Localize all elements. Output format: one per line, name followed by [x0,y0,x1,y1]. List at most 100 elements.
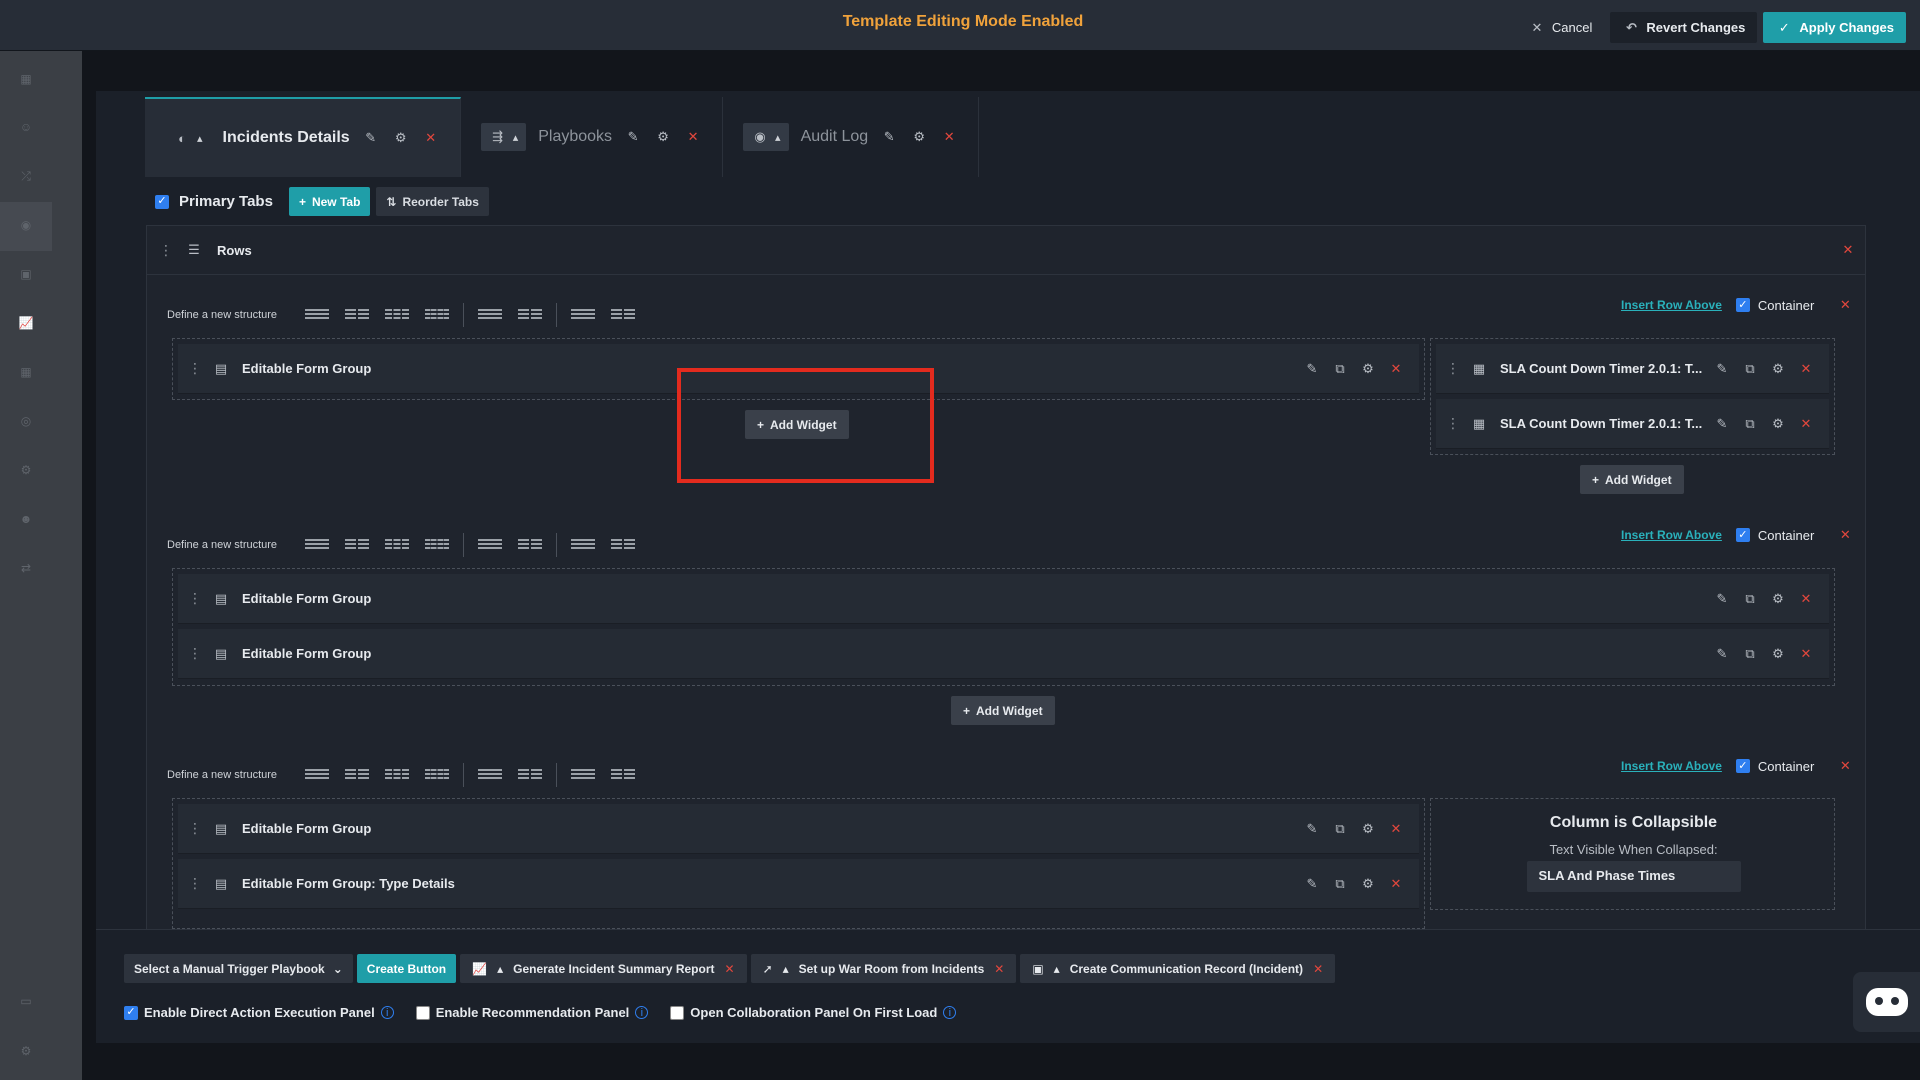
alerts-icon[interactable]: ◉ [16,215,36,235]
remove-icon[interactable]: ✕ [1313,962,1323,976]
gear-icon[interactable]: ⚙ [654,128,672,146]
reorder-tabs-button[interactable]: ⇅ Reorder Tabs [376,187,489,216]
edit-icon[interactable]: ✎ [880,128,898,146]
team-icon[interactable]: ☻ [16,509,36,529]
gear-icon[interactable]: ⚙ [1769,590,1787,608]
layout-collapsible-left-icon[interactable] [571,309,596,321]
remove-icon[interactable]: ✕ [994,962,1004,976]
gear-icon[interactable]: ⚙ [910,128,928,146]
copy-icon[interactable]: ⧉ [1741,415,1759,433]
apply-changes-button[interactable]: ✓ Apply Changes [1763,12,1906,43]
delete-row-icon[interactable]: ✕ [1836,526,1854,544]
primary-tabs-checkbox[interactable]: ✓ [155,194,169,209]
edit-icon[interactable]: ✎ [1713,360,1731,378]
drag-handle-icon[interactable]: ⋮ [188,875,202,892]
edit-icon[interactable]: ✎ [1303,875,1321,893]
layout-collapsible-left-icon[interactable] [571,769,596,781]
direct-action-checkbox[interactable]: ✓ [124,1005,138,1020]
widget-editable-form-group[interactable]: ⋮ ▤ Editable Form Group ✎ ⧉ ⚙ ✕ [178,804,1419,854]
dashboard-icon[interactable]: ▦ [16,69,36,89]
widget-editable-form-group[interactable]: ⋮ ▤ Editable Form Group ✎ ⧉ ⚙ ✕ [178,574,1829,624]
cancel-button[interactable]: ✕ Cancel [1516,12,1604,43]
layout-1col-icon[interactable] [305,309,330,321]
incidents-icon[interactable]: ⤮ [16,166,36,186]
layout-4col-icon[interactable] [425,309,450,321]
edit-icon[interactable]: ✎ [1713,415,1731,433]
widget-sla-timer[interactable]: ⋮ ▦ SLA Count Down Timer 2.0.1: T... ✎ ⧉… [1436,344,1829,394]
layout-wide-right-icon[interactable] [518,309,543,321]
layout-2col-icon[interactable] [345,539,370,551]
layout-collapsible-right-icon[interactable] [611,539,636,551]
edit-icon[interactable]: ✎ [624,128,642,146]
gear-icon[interactable]: ⚙ [1769,645,1787,663]
collaboration-checkbox[interactable] [670,1005,685,1020]
info-icon[interactable]: i [943,1006,957,1019]
info-icon[interactable]: i [635,1006,649,1019]
tab-playbooks[interactable]: ⇶ ▴ Playbooks ✎ ⚙ ✕ [461,97,724,177]
widget-editable-form-group[interactable]: ⋮ ▤ Editable Form Group ✎ ⧉ ⚙ ✕ [178,629,1829,679]
container-checkbox[interactable]: ✓ [1735,528,1750,542]
action-chip[interactable]: ▣ ▴ Create Communication Record (Inciden… [1020,954,1336,983]
copy-icon[interactable]: ⧉ [1741,360,1759,378]
copy-icon[interactable]: ⧉ [1331,360,1349,378]
drag-handle-icon[interactable]: ⋮ [188,360,202,377]
copy-icon[interactable]: ⧉ [1331,820,1349,838]
clipboard-icon[interactable]: ▭ [16,991,36,1011]
delete-icon[interactable]: ✕ [422,129,440,147]
widgets-icon[interactable]: ▦ [16,362,36,382]
container-checkbox[interactable]: ✓ [1735,759,1750,773]
gear-icon[interactable]: ⚙ [1769,415,1787,433]
delete-row-icon[interactable]: ✕ [1836,296,1854,314]
tab-icon-dropdown[interactable]: ◉ ▴ [743,123,789,151]
info-icon[interactable]: i [380,1006,394,1019]
collapsed-text-input[interactable]: SLA And Phase Times [1526,861,1741,892]
manual-trigger-playbook-select[interactable]: Select a Manual Trigger Playbook ⌄ [124,954,353,983]
tab-audit-log[interactable]: ◉ ▴ Audit Log ✎ ⚙ ✕ [723,97,980,177]
layout-3col-icon[interactable] [385,309,410,321]
delete-row-icon[interactable]: ✕ [1836,757,1854,775]
add-widget-button[interactable]: + Add Widget [951,696,1055,725]
add-widget-button[interactable]: + Add Widget [1580,465,1684,494]
container-checkbox[interactable]: ✓ [1735,298,1750,312]
remove-icon[interactable]: ✕ [725,962,735,976]
layout-1col-icon[interactable] [305,769,330,781]
layout-4col-icon[interactable] [425,539,450,551]
insert-row-above-link[interactable]: Insert Row Above [1621,528,1722,542]
gear-icon[interactable]: ⚙ [1359,820,1377,838]
edit-icon[interactable]: ✎ [1713,590,1731,608]
delete-icon[interactable]: ✕ [1387,875,1405,893]
drag-handle-icon[interactable]: ⋮ [188,820,202,837]
drag-handle-icon[interactable]: ⋮ [1446,415,1460,432]
insert-row-above-link[interactable]: Insert Row Above [1621,298,1722,312]
tab-incidents-details[interactable]: ◐ ▴ Incidents Details ✎ ⚙ ✕ [145,97,461,177]
drag-handle-icon[interactable]: ⋮ [188,645,202,662]
edit-icon[interactable]: ✎ [1303,360,1321,378]
edit-icon[interactable]: ✎ [1303,820,1321,838]
help-icon[interactable]: ⚙ [16,1041,36,1061]
layout-collapsible-right-icon[interactable] [611,309,636,321]
delete-icon[interactable]: ✕ [1839,241,1857,259]
copy-icon[interactable]: ⧉ [1331,875,1349,893]
layout-2col-icon[interactable] [345,309,370,321]
new-tab-button[interactable]: + New Tab [288,187,371,216]
layout-collapsible-right-icon[interactable] [611,769,636,781]
delete-icon[interactable]: ✕ [1797,415,1815,433]
cases-icon[interactable]: ▣ [16,264,36,284]
assistant-bot-button[interactable] [1853,972,1920,1032]
delete-icon[interactable]: ✕ [1797,590,1815,608]
layout-wide-left-icon[interactable] [478,769,503,781]
revert-changes-button[interactable]: ↶ Revert Changes [1610,12,1758,43]
users-icon[interactable]: ☺ [16,117,36,137]
drag-handle-icon[interactable]: ⋮ [159,242,173,259]
edit-icon[interactable]: ✎ [362,129,380,147]
layout-2col-icon[interactable] [345,769,370,781]
gear-icon[interactable]: ⚙ [1359,360,1377,378]
copy-icon[interactable]: ⧉ [1741,645,1759,663]
delete-icon[interactable]: ✕ [1387,360,1405,378]
layout-wide-right-icon[interactable] [518,769,543,781]
layout-1col-icon[interactable] [305,539,330,551]
workflow-icon[interactable]: ⇄ [16,558,36,578]
delete-icon[interactable]: ✕ [940,128,958,146]
delete-icon[interactable]: ✕ [1797,360,1815,378]
layout-3col-icon[interactable] [385,769,410,781]
